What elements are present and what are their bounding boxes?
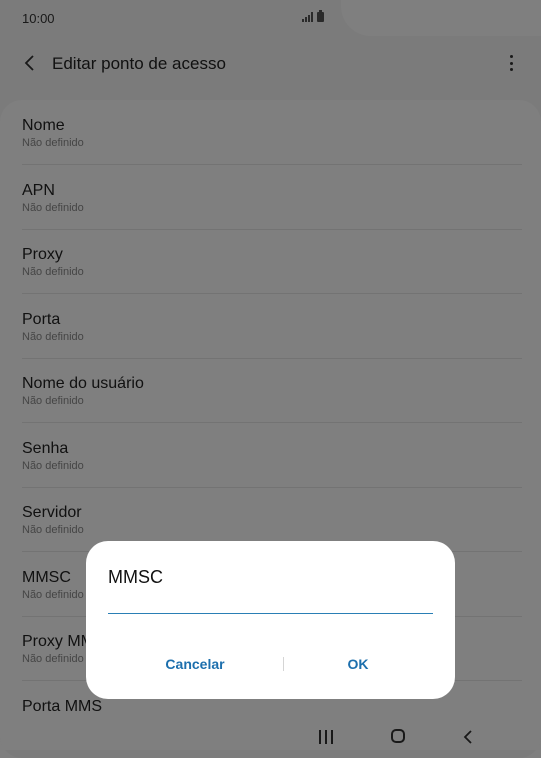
- mmsc-input[interactable]: [108, 591, 433, 614]
- dialog-title: MMSC: [108, 567, 163, 587]
- mmsc-dialog: MMSC Cancelar OK: [86, 541, 455, 699]
- ok-button[interactable]: OK: [283, 649, 433, 679]
- cancel-button[interactable]: Cancelar: [120, 649, 270, 679]
